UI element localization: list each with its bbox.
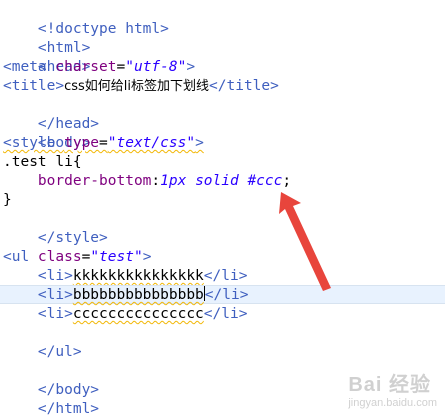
annotation-arrow-icon bbox=[279, 192, 331, 291]
watermark-url: jingyan.baidu.com bbox=[348, 397, 437, 409]
watermark-brand: Bai 经验 bbox=[348, 374, 432, 396]
baidu-watermark: Bai 经验 jingyan.baidu.com bbox=[348, 368, 437, 409]
code-editor[interactable]: <!doctype html> <html> <head> <meta char… bbox=[0, 0, 445, 415]
